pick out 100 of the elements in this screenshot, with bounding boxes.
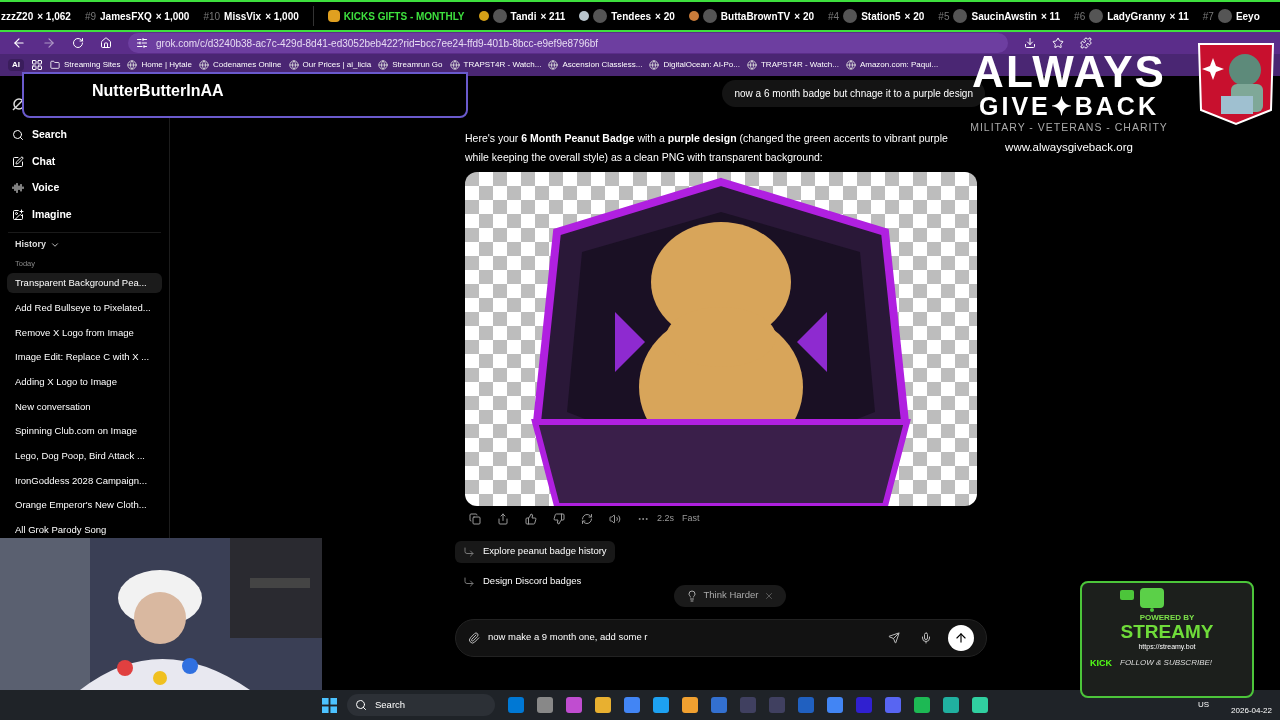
close-icon[interactable] [764,590,775,601]
copy-icon[interactable] [469,512,481,525]
supporter-name: SaucinAwstin [971,9,1037,24]
avatar [953,9,968,23]
avatar [1089,9,1104,23]
rank-label: #4 [828,9,840,24]
bookmark[interactable]: Ascension Classless... [548,59,643,71]
nav-item[interactable]: Chat [0,148,169,175]
supporter-name: LadyGranny [1107,9,1166,24]
supporter-name: Tendees [611,9,652,24]
history-item[interactable]: Image Edit: Replace C with X ... [7,347,162,368]
bookmark[interactable]: Streamrun Go [378,59,443,71]
bookmark[interactable]: Home | Hytale [127,59,192,71]
date-label[interactable]: 2026-04-22 [1231,705,1272,717]
lightbulb-icon [685,589,698,602]
chevron-down-icon [50,240,60,250]
avatar [492,9,507,23]
send-plane-icon[interactable] [888,631,900,644]
history-item[interactable]: Adding X Logo to Image [7,372,162,393]
avatar [843,9,858,23]
home-icon[interactable] [100,37,112,49]
bookmark[interactable]: Our Prices | ai_licia [288,59,372,71]
history-item[interactable]: Spinning Club.com on Image [7,421,162,442]
bookmark[interactable]: Codenames Online [199,59,282,71]
supporter-name: Tandi [510,9,537,24]
mode-label: Fast [682,512,700,525]
nav-item[interactable]: Imagine [0,201,169,228]
suggestion[interactable]: Design Discord badges [455,570,590,593]
windows-icon[interactable] [322,697,337,713]
submit-button[interactable] [948,624,974,651]
rank-label: #5 [938,9,950,24]
thumbs-up-icon[interactable] [525,512,537,525]
streamy-tagline: POWERED BY [1139,613,1195,622]
history-item[interactable]: Remove X Logo from Image [7,322,162,343]
share-icon[interactable] [497,512,509,525]
kick-label: KICK [1090,656,1112,670]
attach-icon[interactable] [468,631,480,644]
back-icon[interactable] [12,36,26,50]
regenerate-icon[interactable] [581,512,593,525]
gift-count: × 20 [655,9,675,24]
rank-label: #7 [1202,9,1214,24]
install-icon[interactable] [1024,37,1036,49]
supporter-name: zzzZ20 [1,9,34,24]
suggestion[interactable]: Explore peanut badge history [455,540,615,563]
search-icon [12,129,24,142]
mic-icon[interactable] [920,631,932,644]
extensions-icon[interactable] [1080,37,1092,49]
gift-count: × 211 [540,9,566,24]
globe-icon [378,60,389,70]
bookmark-star-icon[interactable] [1052,37,1064,49]
charity-url: www.alwaysgiveback.org [1005,139,1133,155]
history-item[interactable]: All Grok Parody Song [7,520,162,541]
bookmark[interactable]: TRAPST4R - Watch... [449,59,542,71]
audio-wave-icon [12,182,24,195]
globe-icon [288,60,299,70]
globe-icon [199,60,209,70]
bookmark[interactable]: TRAPST4R - Watch... [746,59,839,71]
response-time: 2.2s [657,512,674,525]
bookmark[interactable]: DigitalOcean: AI-Po... [649,59,740,71]
history-item[interactable]: Orange Emperor's New Cloth... [7,495,162,516]
history-item[interactable]: Add Red Bullseye to Pixelated... [7,298,162,319]
reply-text: Here's your 6 Month Peanut Badge with a purple design (changed the green accents to vibrant purple while keeping the overall style) as a clean PNG with transparent background: [465,131,949,165]
supporter-name: JamesFXQ [100,9,152,24]
reply-arrow-icon [463,545,475,558]
streamy-title: STREAMY [1120,622,1214,642]
ai-button[interactable]: AI [8,59,24,71]
globe-icon [746,60,757,70]
speaker-icon[interactable] [609,512,621,525]
history-item[interactable]: Transparent Background Pea... [7,273,162,294]
follow-label: FOLLOW & SUBSCRIBE! [1120,657,1213,670]
nav-item[interactable]: Voice [0,175,169,202]
message-input[interactable]: now make a 9 month one, add some r [455,618,987,657]
history-item[interactable]: New conversation [7,396,162,417]
gift-count: × 1,000 [155,9,190,24]
folder-icon [50,60,60,70]
address-field[interactable]: grok.com/c/d3240b38-ac7c-429d-8d41-ed3052beb422?rid=bcc7ee24-ffd9-401b-8bcc-e9ef9e8796bf [128,33,1008,53]
avatar [702,9,717,23]
apps-icon[interactable] [31,59,43,71]
gift-count: × 11 [1169,9,1189,24]
language-indicator[interactable]: US [1197,699,1210,711]
image-icon [12,208,24,221]
rank-label: #6 [1074,9,1086,24]
gift-count: × 11 [1040,9,1061,24]
thumbs-down-icon[interactable] [553,512,565,525]
site-settings-icon[interactable] [136,37,148,49]
bookmark[interactable]: Streaming Sites [50,59,121,71]
avatar [1217,9,1232,23]
search-icon [355,699,367,711]
history-item[interactable]: Lego, Dog Poop, Bird Attack ... [7,446,162,467]
nav-item[interactable]: Search [0,122,169,149]
reply-arrow-icon [463,575,475,588]
username-banner: NutterButterInAA [22,72,468,118]
history-item[interactable]: IronGoddess 2028 Campaign... [7,470,162,491]
history-toggle[interactable]: History [0,233,169,257]
taskbar-search[interactable]: Search [347,694,495,716]
think-harder-chip[interactable]: Think Harder [673,584,787,607]
reload-icon[interactable] [72,37,84,49]
bookmark[interactable]: Amazon.com: Paqui... [845,59,939,71]
globe-icon [649,60,660,70]
pen-square-icon [12,155,24,168]
